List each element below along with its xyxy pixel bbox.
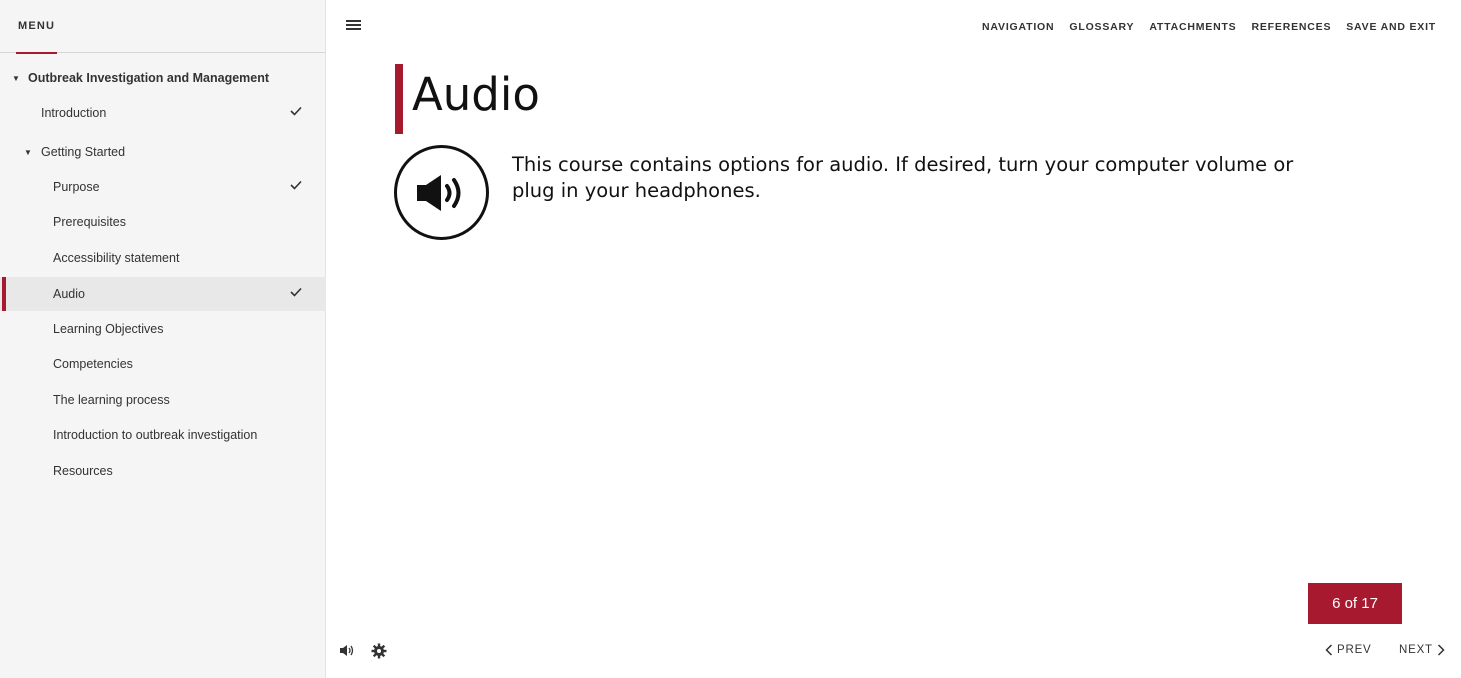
- navigation-link[interactable]: NAVIGATION: [982, 21, 1054, 33]
- sidebar-item-label: Learning Objectives: [53, 322, 164, 336]
- audio-toggle-icon[interactable]: [339, 643, 354, 658]
- sidebar-item-learning-objectives[interactable]: Learning Objectives: [0, 312, 326, 346]
- page-counter: 6 of 17: [1308, 583, 1402, 624]
- sidebar-item-label: Outbreak Investigation and Management: [28, 71, 270, 85]
- sidebar-item-learning-process[interactable]: The learning process: [0, 383, 326, 417]
- next-button[interactable]: NEXT: [1399, 644, 1445, 656]
- sidebar-item-getting-started[interactable]: ▼ Getting Started: [0, 135, 326, 169]
- chevron-right-icon: [1437, 644, 1445, 656]
- sidebar-menu: MENU ▼ Outbreak Investigation and Manage…: [0, 0, 326, 678]
- sidebar-item-label: Purpose: [53, 180, 100, 194]
- checkmark-icon: [290, 106, 302, 116]
- sidebar-item-label: Getting Started: [41, 145, 126, 159]
- sidebar-item-course[interactable]: ▼ Outbreak Investigation and Management: [0, 61, 326, 95]
- checkmark-icon: [290, 180, 302, 190]
- sidebar-item-label: The learning process: [53, 393, 170, 407]
- top-navigation: NAVIGATION GLOSSARY ATTACHMENTS REFERENC…: [982, 21, 1436, 33]
- sidebar-item-label: Resources: [53, 464, 113, 478]
- sidebar-item-label: Introduction to outbreak investigation: [53, 428, 258, 442]
- page-title: Audio: [412, 68, 540, 121]
- caret-down-icon: ▼: [24, 147, 32, 157]
- body-text: This course contains options for audio. …: [512, 153, 1294, 202]
- sidebar-item-label: Competencies: [53, 357, 133, 371]
- sidebar-item-accessibility[interactable]: Accessibility statement: [0, 241, 326, 275]
- caret-down-icon: ▼: [12, 73, 20, 83]
- references-link[interactable]: REFERENCES: [1251, 21, 1331, 33]
- sidebar-item-competencies[interactable]: Competencies: [0, 347, 326, 381]
- checkmark-icon: [290, 287, 302, 297]
- hamburger-icon[interactable]: [346, 20, 361, 32]
- sidebar-item-label: Introduction: [41, 106, 107, 120]
- speaker-icon: [394, 145, 489, 240]
- sidebar-item-prerequisites[interactable]: Prerequisites: [0, 205, 326, 239]
- chevron-left-icon: [1325, 644, 1333, 656]
- menu-header: MENU: [0, 0, 325, 54]
- gear-icon[interactable]: [371, 643, 387, 659]
- sidebar-item-label: Accessibility statement: [53, 251, 180, 265]
- glossary-link[interactable]: GLOSSARY: [1069, 21, 1134, 33]
- sidebar-item-introduction[interactable]: Introduction: [0, 96, 326, 130]
- save-and-exit-link[interactable]: SAVE AND EXIT: [1346, 21, 1436, 33]
- title-accent-bar: [395, 64, 403, 134]
- menu-tab[interactable]: MENU: [16, 0, 58, 54]
- sidebar-item-intro-outbreak[interactable]: Introduction to outbreak investigation: [0, 418, 326, 452]
- sidebar-item-label: Prerequisites: [53, 215, 126, 229]
- sidebar-item-audio[interactable]: Audio: [0, 277, 326, 311]
- top-bar: NAVIGATION GLOSSARY ATTACHMENTS REFERENC…: [326, 0, 1461, 54]
- prev-label: PREV: [1337, 644, 1372, 656]
- prev-button[interactable]: PREV: [1325, 644, 1372, 656]
- next-label: NEXT: [1399, 644, 1433, 656]
- sidebar-item-purpose[interactable]: Purpose: [0, 170, 326, 204]
- attachments-link[interactable]: ATTACHMENTS: [1149, 21, 1236, 33]
- sidebar-item-label: Audio: [53, 287, 85, 301]
- sidebar-item-resources[interactable]: Resources: [0, 454, 326, 488]
